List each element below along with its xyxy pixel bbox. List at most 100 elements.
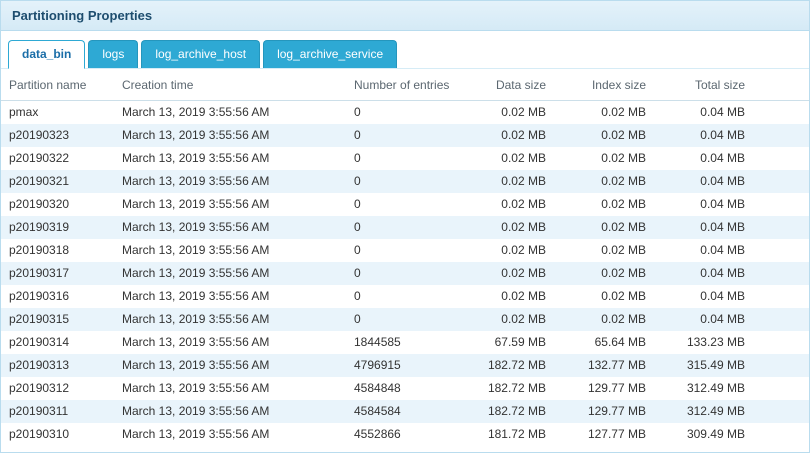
cell-number-of-entries: 0 bbox=[346, 216, 474, 239]
cell-partition-name: p20190313 bbox=[1, 354, 114, 377]
cell-partition-name: pmax bbox=[1, 101, 114, 125]
cell-index-size: 0.02 MB bbox=[554, 147, 654, 170]
cell-creation-time: March 13, 2019 3:55:56 AM bbox=[114, 193, 346, 216]
cell-index-size: 0.02 MB bbox=[554, 101, 654, 125]
cell-data-size: 0.02 MB bbox=[474, 262, 554, 285]
cell-partition-name: p20190323 bbox=[1, 124, 114, 147]
cell-index-size: 0.02 MB bbox=[554, 124, 654, 147]
cell-number-of-entries: 4584584 bbox=[346, 400, 474, 423]
column-header-data-size: Data size bbox=[474, 69, 554, 101]
table-row: p20190318 March 13, 2019 3:55:56 AM 0 0.… bbox=[1, 239, 809, 262]
cell-partition-name: p20190318 bbox=[1, 239, 114, 262]
cell-data-size: 0.02 MB bbox=[474, 285, 554, 308]
cell-total-size: 0.04 MB bbox=[654, 216, 809, 239]
panel-title: Partitioning Properties bbox=[1, 1, 809, 31]
cell-index-size: 0.02 MB bbox=[554, 216, 654, 239]
cell-data-size: 0.02 MB bbox=[474, 101, 554, 125]
cell-partition-name: p20190322 bbox=[1, 147, 114, 170]
cell-index-size: 0.02 MB bbox=[554, 193, 654, 216]
partition-table: Partition name Creation time Number of e… bbox=[1, 69, 809, 446]
tab-log-archive-service[interactable]: log_archive_service bbox=[263, 40, 397, 68]
cell-partition-name: p20190314 bbox=[1, 331, 114, 354]
cell-index-size: 127.77 MB bbox=[554, 423, 654, 446]
cell-index-size: 0.02 MB bbox=[554, 285, 654, 308]
cell-index-size: 132.77 MB bbox=[554, 354, 654, 377]
table-row: p20190320 March 13, 2019 3:55:56 AM 0 0.… bbox=[1, 193, 809, 216]
cell-creation-time: March 13, 2019 3:55:56 AM bbox=[114, 331, 346, 354]
cell-partition-name: p20190317 bbox=[1, 262, 114, 285]
cell-creation-time: March 13, 2019 3:55:56 AM bbox=[114, 101, 346, 125]
cell-data-size: 0.02 MB bbox=[474, 124, 554, 147]
table-row: p20190310 March 13, 2019 3:55:56 AM 4552… bbox=[1, 423, 809, 446]
table-row: p20190313 March 13, 2019 3:55:56 AM 4796… bbox=[1, 354, 809, 377]
cell-total-size: 0.04 MB bbox=[654, 239, 809, 262]
cell-partition-name: p20190312 bbox=[1, 377, 114, 400]
column-header-creation-time: Creation time bbox=[114, 69, 346, 101]
cell-creation-time: March 13, 2019 3:55:56 AM bbox=[114, 239, 346, 262]
cell-number-of-entries: 0 bbox=[346, 101, 474, 125]
column-header-number-of-entries: Number of entries bbox=[346, 69, 474, 101]
cell-index-size: 129.77 MB bbox=[554, 377, 654, 400]
cell-data-size: 0.02 MB bbox=[474, 193, 554, 216]
cell-total-size: 0.04 MB bbox=[654, 124, 809, 147]
cell-data-size: 181.72 MB bbox=[474, 423, 554, 446]
table-header-row: Partition name Creation time Number of e… bbox=[1, 69, 809, 101]
column-header-index-size: Index size bbox=[554, 69, 654, 101]
cell-creation-time: March 13, 2019 3:55:56 AM bbox=[114, 400, 346, 423]
cell-partition-name: p20190316 bbox=[1, 285, 114, 308]
cell-creation-time: March 13, 2019 3:55:56 AM bbox=[114, 216, 346, 239]
table-row: p20190314 March 13, 2019 3:55:56 AM 1844… bbox=[1, 331, 809, 354]
cell-partition-name: p20190319 bbox=[1, 216, 114, 239]
cell-data-size: 67.59 MB bbox=[474, 331, 554, 354]
cell-index-size: 65.64 MB bbox=[554, 331, 654, 354]
cell-total-size: 312.49 MB bbox=[654, 377, 809, 400]
table-row: p20190317 March 13, 2019 3:55:56 AM 0 0.… bbox=[1, 262, 809, 285]
cell-total-size: 0.04 MB bbox=[654, 147, 809, 170]
cell-total-size: 0.04 MB bbox=[654, 101, 809, 125]
cell-data-size: 0.02 MB bbox=[474, 308, 554, 331]
cell-total-size: 312.49 MB bbox=[654, 400, 809, 423]
cell-index-size: 0.02 MB bbox=[554, 262, 654, 285]
cell-data-size: 182.72 MB bbox=[474, 354, 554, 377]
column-header-total-size: Total size bbox=[654, 69, 809, 101]
table-row: p20190321 March 13, 2019 3:55:56 AM 0 0.… bbox=[1, 170, 809, 193]
cell-total-size: 0.04 MB bbox=[654, 262, 809, 285]
column-header-partition-name: Partition name bbox=[1, 69, 114, 101]
cell-creation-time: March 13, 2019 3:55:56 AM bbox=[114, 285, 346, 308]
cell-creation-time: March 13, 2019 3:55:56 AM bbox=[114, 124, 346, 147]
cell-number-of-entries: 4552866 bbox=[346, 423, 474, 446]
cell-number-of-entries: 4584848 bbox=[346, 377, 474, 400]
cell-number-of-entries: 0 bbox=[346, 285, 474, 308]
cell-index-size: 0.02 MB bbox=[554, 308, 654, 331]
cell-partition-name: p20190320 bbox=[1, 193, 114, 216]
cell-number-of-entries: 0 bbox=[346, 147, 474, 170]
cell-data-size: 182.72 MB bbox=[474, 377, 554, 400]
cell-index-size: 0.02 MB bbox=[554, 170, 654, 193]
cell-creation-time: March 13, 2019 3:55:56 AM bbox=[114, 377, 346, 400]
cell-creation-time: March 13, 2019 3:55:56 AM bbox=[114, 308, 346, 331]
cell-number-of-entries: 0 bbox=[346, 262, 474, 285]
cell-number-of-entries: 0 bbox=[346, 239, 474, 262]
cell-creation-time: March 13, 2019 3:55:56 AM bbox=[114, 423, 346, 446]
cell-number-of-entries: 0 bbox=[346, 170, 474, 193]
tab-bar: data_bin logs log_archive_host log_archi… bbox=[1, 31, 809, 69]
cell-total-size: 133.23 MB bbox=[654, 331, 809, 354]
table-row: p20190323 March 13, 2019 3:55:56 AM 0 0.… bbox=[1, 124, 809, 147]
table-row: p20190319 March 13, 2019 3:55:56 AM 0 0.… bbox=[1, 216, 809, 239]
cell-creation-time: March 13, 2019 3:55:56 AM bbox=[114, 262, 346, 285]
tab-log-archive-host[interactable]: log_archive_host bbox=[141, 40, 260, 68]
tab-data-bin[interactable]: data_bin bbox=[8, 40, 85, 69]
cell-total-size: 0.04 MB bbox=[654, 285, 809, 308]
table-body: pmax March 13, 2019 3:55:56 AM 0 0.02 MB… bbox=[1, 101, 809, 447]
cell-total-size: 0.04 MB bbox=[654, 170, 809, 193]
table-row: p20190311 March 13, 2019 3:55:56 AM 4584… bbox=[1, 400, 809, 423]
cell-creation-time: March 13, 2019 3:55:56 AM bbox=[114, 354, 346, 377]
cell-partition-name: p20190315 bbox=[1, 308, 114, 331]
cell-index-size: 0.02 MB bbox=[554, 239, 654, 262]
cell-data-size: 0.02 MB bbox=[474, 239, 554, 262]
cell-partition-name: p20190321 bbox=[1, 170, 114, 193]
partitioning-properties-panel: Partitioning Properties data_bin logs lo… bbox=[0, 0, 810, 453]
cell-index-size: 129.77 MB bbox=[554, 400, 654, 423]
tab-logs[interactable]: logs bbox=[88, 40, 138, 68]
cell-total-size: 0.04 MB bbox=[654, 308, 809, 331]
